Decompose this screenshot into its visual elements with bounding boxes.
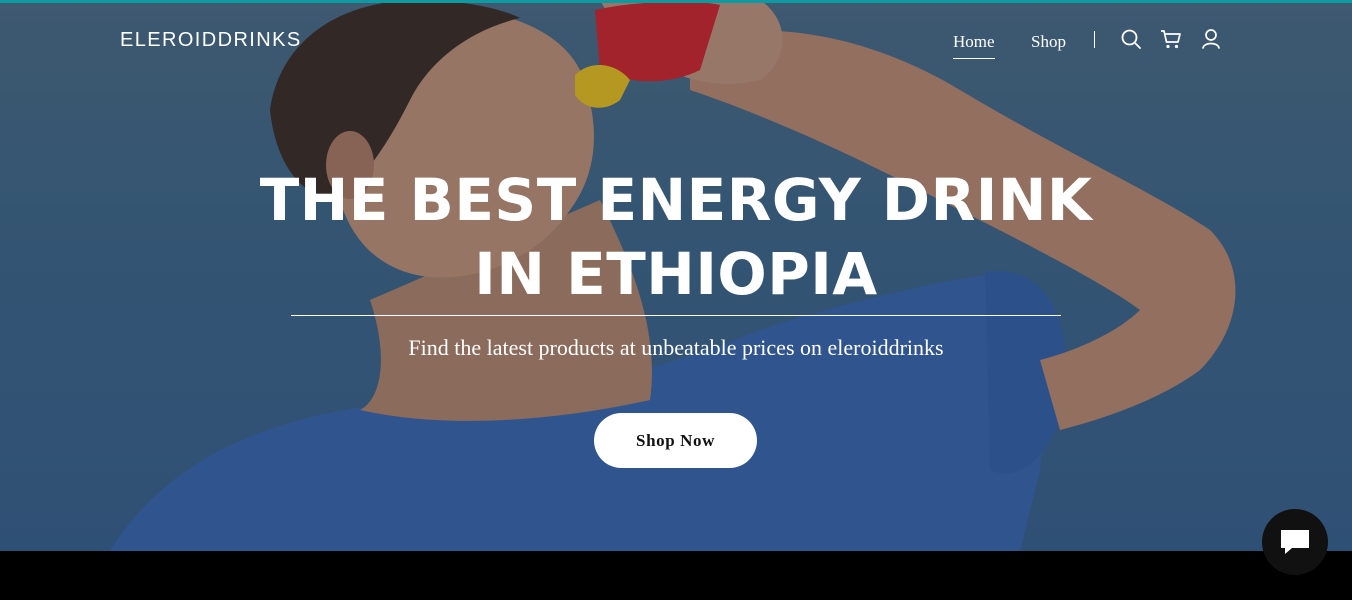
page-bottom-area <box>0 551 1352 600</box>
nav-shop-link[interactable]: Shop <box>1031 32 1066 52</box>
search-icon[interactable] <box>1120 28 1142 50</box>
shop-now-button[interactable]: Shop Now <box>594 413 757 468</box>
hero-section: ELEROIDDRINKS Home Shop THE BEST ENERGY … <box>0 0 1352 551</box>
nav-home-link[interactable]: Home <box>953 32 995 59</box>
cart-icon[interactable] <box>1160 28 1182 50</box>
hero-subtitle: Find the latest products at unbeatable p… <box>408 335 944 360</box>
hero-headline-line-1: THE BEST ENERGY DRINK <box>259 166 1093 234</box>
user-icon[interactable] <box>1200 28 1222 50</box>
chat-button[interactable] <box>1262 509 1328 575</box>
chat-bubble-icon <box>1281 530 1309 554</box>
hero-headline: THE BEST ENERGY DRINK IN ETHIOPIA <box>0 163 1352 311</box>
nav-divider <box>1094 31 1095 48</box>
brand-logo[interactable]: ELEROIDDRINKS <box>120 29 302 52</box>
top-accent-bar <box>0 0 1352 3</box>
top-navigation: ELEROIDDRINKS Home Shop <box>0 0 1352 80</box>
hero-headline-line-2: IN ETHIOPIA <box>474 240 878 308</box>
hero-divider <box>291 315 1061 316</box>
